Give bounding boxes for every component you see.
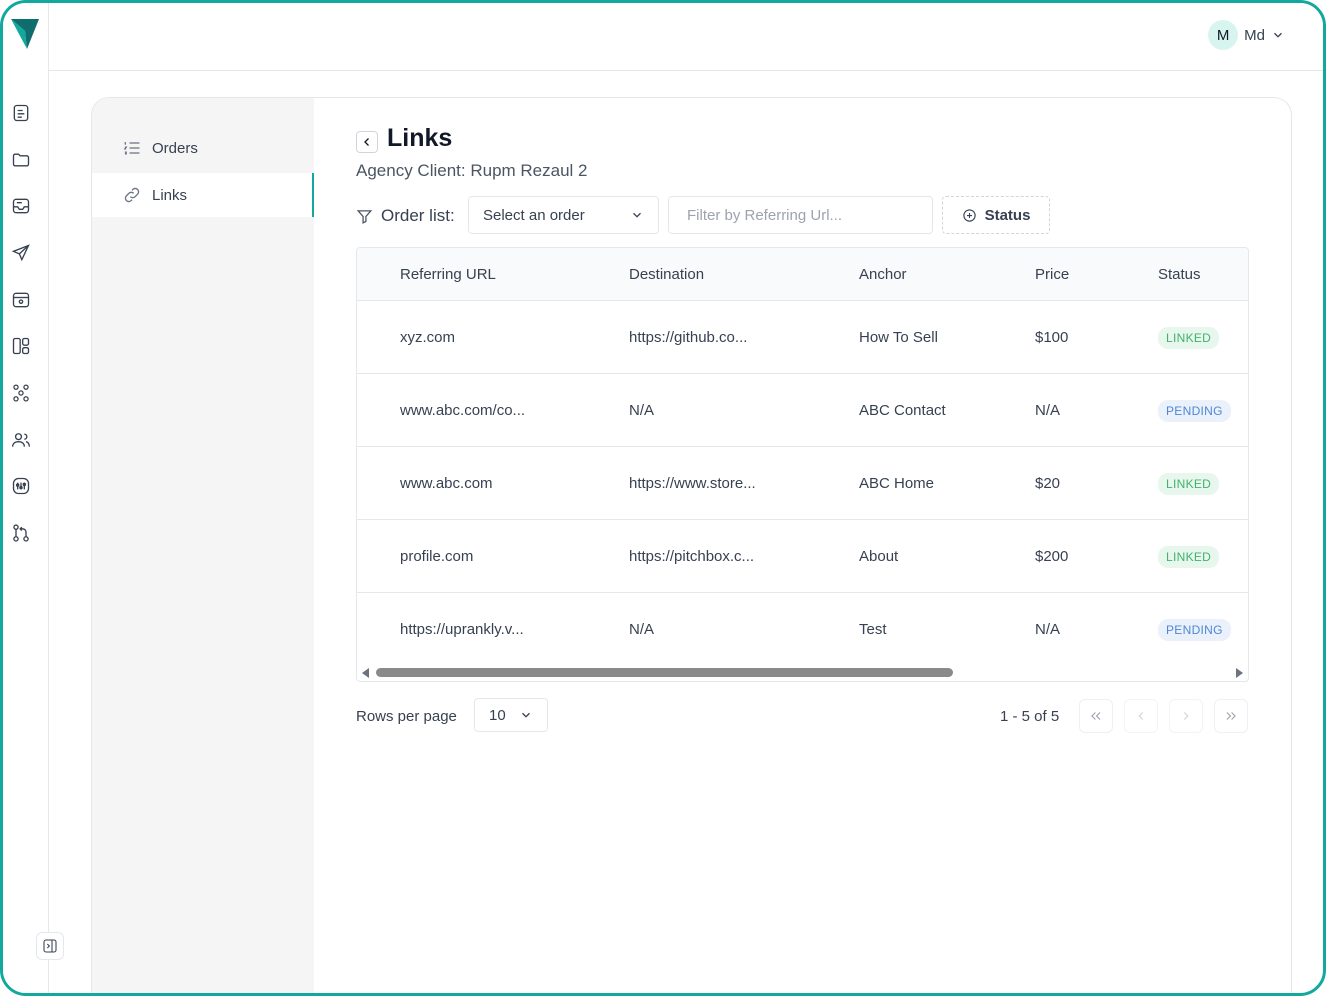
settings-icon[interactable] (9, 474, 33, 498)
content-card: Orders Links Links Agency Client: Rupm R… (91, 97, 1292, 993)
page-title: Links (387, 124, 453, 152)
filter-icon (356, 209, 373, 224)
order-list-text: Order list: (381, 206, 455, 225)
links-table: Referring URL Destination Anchor Price S… (356, 247, 1249, 682)
collapse-sidebar-button[interactable] (36, 932, 64, 960)
cell-referring-url: https://uprankly.v... (400, 621, 524, 638)
list-icon (123, 142, 140, 155)
rows-per-page-label: Rows per page (356, 707, 457, 725)
referring-url-filter-input[interactable] (668, 196, 933, 234)
status-badge: LINKED (1158, 472, 1220, 495)
sidebar-toggle-icon (43, 939, 57, 953)
cell-price: N/A (1035, 402, 1061, 419)
cell-price: $100 (1035, 329, 1069, 346)
subnav-label-links: Links (152, 186, 188, 204)
table-row[interactable]: www.abc.com https://www.store... ABC Hom… (357, 447, 1248, 520)
cell-destination: N/A (629, 402, 655, 419)
pagination-bar: Rows per page 10 1 - 5 of 5 (356, 698, 1249, 734)
first-page-button[interactable] (1079, 699, 1113, 733)
user-name: Md (1244, 26, 1265, 44)
subnav-label-orders: Orders (152, 139, 198, 157)
app-frame: M Md Orders Links Links Agency Client: R… (0, 0, 1326, 996)
plus-circle-icon (962, 208, 976, 222)
rows-per-page-select[interactable]: 10 (474, 698, 548, 732)
cell-price: N/A (1035, 621, 1061, 638)
column-header-destination[interactable]: Destination (629, 248, 704, 301)
table-row[interactable]: https://uprankly.v... N/A Test N/A PENDI… (357, 593, 1248, 666)
cell-destination: N/A (629, 621, 655, 638)
column-header-anchor[interactable]: Anchor (859, 248, 907, 301)
horizontal-scrollbar[interactable] (357, 666, 1248, 680)
cell-referring-url: www.abc.com (400, 475, 493, 492)
subnav-item-links[interactable]: Links (92, 173, 314, 217)
status-filter-label: Status (984, 206, 1031, 224)
box-icon[interactable] (9, 288, 33, 312)
send-icon[interactable] (9, 241, 33, 265)
column-header-price[interactable]: Price (1035, 248, 1069, 301)
chevron-down-icon (522, 712, 530, 718)
status-badge: LINKED (1158, 545, 1220, 568)
table-row[interactable]: profile.com https://pitchbox.c... About … (357, 520, 1248, 593)
cell-anchor: About (859, 548, 899, 565)
scrollbar-thumb[interactable] (376, 668, 953, 677)
chevrons-left-icon (1091, 712, 1101, 720)
table-header: Referring URL Destination Anchor Price S… (357, 248, 1248, 301)
cell-anchor: ABC Contact (859, 402, 946, 419)
inbox-icon[interactable] (9, 194, 33, 218)
status-badge: PENDING (1158, 618, 1231, 641)
network-icon[interactable] (9, 381, 33, 405)
last-page-button[interactable] (1214, 699, 1248, 733)
cell-referring-url: www.abc.com/co... (400, 402, 526, 419)
page-subtitle: Agency Client: Rupm Rezaul 2 (356, 161, 588, 180)
top-bar: M Md (49, 3, 1323, 71)
chevron-left-icon (1138, 712, 1144, 720)
left-rail (3, 3, 64, 993)
chevron-down-icon (1274, 32, 1282, 38)
column-header-status[interactable]: Status (1158, 248, 1201, 301)
cell-referring-url: xyz.com (400, 329, 456, 346)
previous-page-button[interactable] (1124, 699, 1158, 733)
back-button[interactable] (356, 131, 378, 153)
folder-icon[interactable] (9, 148, 33, 172)
status-badge: LINKED (1158, 326, 1220, 349)
cell-anchor: ABC Home (859, 475, 935, 492)
cell-anchor: How To Sell (859, 329, 938, 346)
order-select-value: Select an order (483, 206, 585, 224)
cell-price: $20 (1035, 475, 1061, 492)
users-icon[interactable] (9, 428, 33, 452)
order-list-label: Order list: (356, 196, 455, 236)
cell-referring-url: profile.com (400, 548, 474, 565)
logo-icon[interactable] (9, 15, 41, 51)
chevron-right-icon (1183, 712, 1189, 720)
cell-destination: https://pitchbox.c... (629, 548, 755, 565)
subnav-item-orders[interactable]: Orders (92, 126, 314, 170)
chevrons-right-icon (1226, 712, 1236, 720)
rows-per-page-value: 10 (489, 706, 506, 724)
table-row[interactable]: www.abc.com/co... N/A ABC Contact N/A PE… (357, 374, 1248, 447)
status-filter-button[interactable]: Status (942, 196, 1050, 234)
user-menu[interactable]: M Md (1208, 20, 1285, 50)
scroll-left-arrow[interactable] (362, 668, 369, 678)
main-panel: Links Agency Client: Rupm Rezaul 2 Order… (356, 98, 1291, 993)
table-row[interactable]: xyz.com https://github.co... How To Sell… (357, 301, 1248, 374)
order-select[interactable]: Select an order (468, 196, 659, 234)
chevron-left-icon (364, 138, 369, 146)
cell-destination: https://github.co... (629, 329, 748, 346)
next-page-button[interactable] (1169, 699, 1203, 733)
layout-icon[interactable] (9, 334, 33, 358)
chevron-down-icon (633, 212, 641, 218)
cell-anchor: Test (859, 621, 887, 638)
link-icon (124, 187, 140, 203)
scroll-right-arrow[interactable] (1236, 668, 1243, 678)
page-range: 1 - 5 of 5 (1000, 707, 1060, 725)
cell-destination: https://www.store... (629, 475, 756, 492)
filter-bar: Order list: Select an order Status (356, 196, 1256, 236)
column-header-referring-url[interactable]: Referring URL (400, 248, 496, 301)
cell-price: $200 (1035, 548, 1069, 565)
status-badge: PENDING (1158, 399, 1231, 422)
avatar: M (1208, 20, 1239, 50)
document-icon[interactable] (9, 101, 33, 125)
git-branch-icon[interactable] (9, 521, 33, 545)
sub-navigation: Orders Links (92, 98, 314, 993)
